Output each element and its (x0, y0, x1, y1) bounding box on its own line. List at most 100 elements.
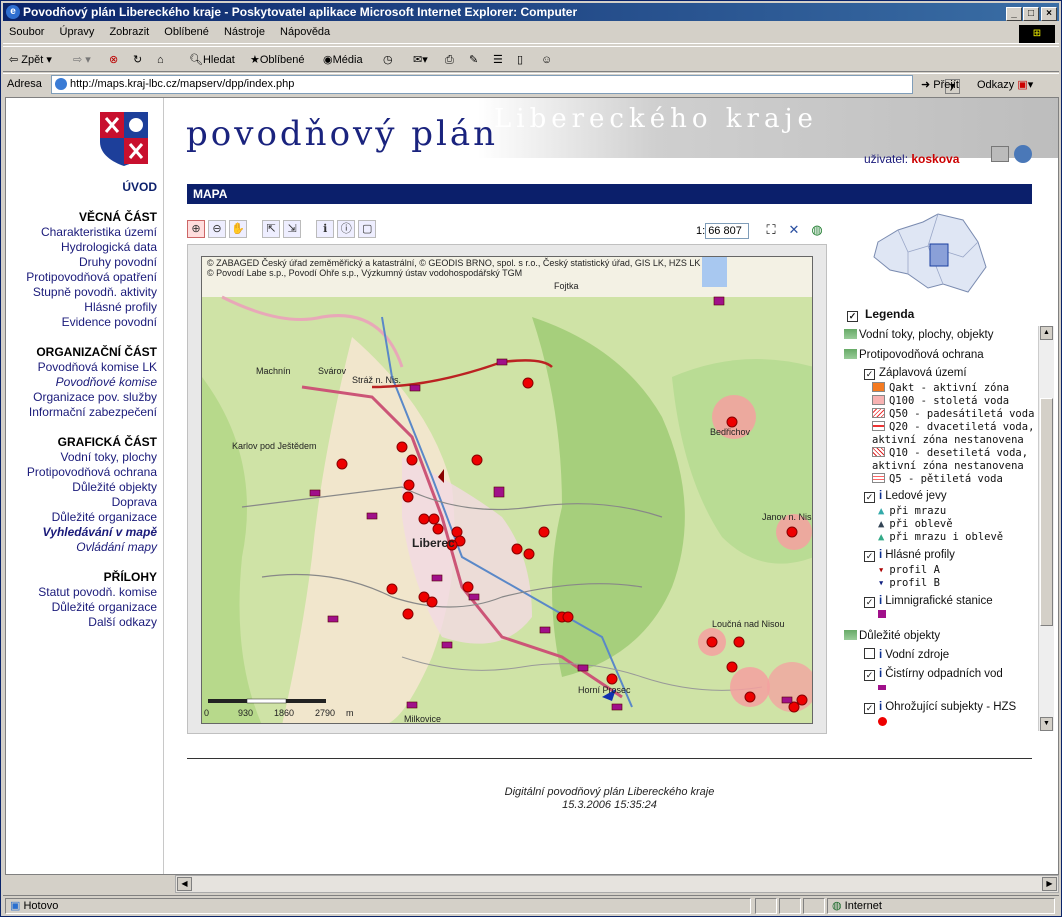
legend-title[interactable]: ✓ Legenda (847, 307, 914, 322)
home-icon[interactable]: ⌂ (157, 51, 164, 69)
legend-layer-ledove-jevy[interactable]: ✓ i Ledové jevy (864, 490, 947, 503)
legend-group-dulezite[interactable]: Důležité objekty (844, 630, 940, 642)
nav-item[interactable]: Organizace pov. služby (6, 390, 157, 405)
legend-layer-limnigraficke[interactable]: ✓ i Limnigrafické stanice (864, 595, 993, 608)
nav-item[interactable]: Informační zabezpečení (6, 405, 157, 420)
nav-uvod[interactable]: ÚVOD (6, 180, 157, 195)
nav-item[interactable]: Doprava (6, 495, 157, 510)
refresh-icon[interactable]: ↻ (133, 51, 142, 69)
user-name: koskova (911, 152, 960, 166)
print-icon[interactable] (991, 146, 1009, 162)
legend-layer-hlasne-profily[interactable]: ✓ i Hlásné profily (864, 549, 955, 562)
mail-icon[interactable]: ✉▾ (413, 51, 428, 69)
status-cell (803, 898, 825, 914)
nav-item[interactable]: Důležité organizace (6, 510, 157, 525)
nav-item-active[interactable]: Vyhledávání v mapě (6, 525, 157, 540)
discuss-icon[interactable]: ☰ (493, 51, 503, 69)
window-title: Povodňový plán Libereckého kraje - Posky… (23, 5, 578, 19)
binoculars-icon[interactable]: ⛶ (762, 221, 780, 239)
menu-oblibene[interactable]: Oblíbené (158, 23, 215, 41)
nav-item[interactable]: Charakteristika území (6, 225, 157, 240)
menu-soubor[interactable]: Soubor (3, 23, 50, 41)
media-button[interactable]: ◉Média (323, 51, 363, 69)
nav-item[interactable]: Důležité objekty (6, 480, 157, 495)
overview-map[interactable] (868, 212, 988, 296)
banner-subtitle: Libereckého kraje (494, 104, 818, 134)
scalebar-label: 2790 (315, 708, 335, 718)
menu-zobrazit[interactable]: Zobrazit (103, 23, 155, 41)
scroll-up-icon[interactable]: ▲ (1040, 326, 1053, 340)
pan-hand-icon[interactable]: ✋ (229, 220, 247, 238)
zoom-previous-icon[interactable]: ⇲ (283, 220, 302, 238)
legend-group-protipovodnova[interactable]: Protipovodňová ochrana (844, 349, 984, 361)
scale-input[interactable] (705, 223, 750, 239)
nav-item[interactable]: Ovládání mapy (6, 540, 157, 555)
legend-layer-cistirny[interactable]: ✓ i Čistírny odpadních vod (864, 668, 1003, 681)
print-icon[interactable]: ⎙ (445, 51, 454, 69)
nav-item[interactable]: Povodňová komise LK (6, 360, 157, 375)
scroll-right-icon[interactable]: ▶ (1042, 877, 1057, 891)
menu-napoveda[interactable]: Nápověda (274, 23, 336, 41)
horizontal-scrollbar[interactable]: ◀ ▶ (175, 875, 1059, 893)
legend-item: ▲ při oblevě (878, 518, 953, 530)
legend-scrollbar[interactable]: ▲ ▼ (1038, 326, 1054, 731)
legend-layer-zaplavova[interactable]: ✓ Záplavová území (864, 367, 967, 380)
globe-icon[interactable]: ◍ (808, 221, 826, 239)
map-frame: © ZABAGED Český úřad zeměměřický a katas… (187, 244, 827, 734)
legend-group-vodni-toky[interactable]: Vodní toky, plochy, objekty (844, 329, 993, 341)
nav-item[interactable]: Protipovodňová opatření (6, 270, 157, 285)
email-icon[interactable] (1014, 145, 1032, 163)
scroll-thumb[interactable] (1040, 398, 1053, 626)
nav-item[interactable]: Evidence povodní (6, 315, 157, 330)
scroll-left-icon[interactable]: ◀ (177, 877, 192, 891)
legend-checkbox[interactable]: ✓ (847, 311, 858, 322)
minimize-button[interactable]: _ (1006, 7, 1022, 21)
status-text: ▣ Hotovo (5, 898, 751, 914)
info-query-icon[interactable]: ⓘ (337, 220, 356, 238)
history-icon[interactable]: ◷ (383, 51, 393, 69)
messenger-icon[interactable]: ☺ (541, 51, 552, 69)
nav-item[interactable]: Protipovodňová ochrana (6, 465, 157, 480)
zoom-in-icon[interactable]: ⊕ (187, 220, 205, 238)
address-input[interactable]: http://maps.kraj-lbc.cz/mapserv/dpp/inde… (51, 75, 960, 94)
stop-icon[interactable]: ⊗ (109, 51, 118, 69)
nav-item[interactable]: Důležité organizace (6, 600, 157, 615)
maximize-button[interactable]: □ (1023, 7, 1039, 21)
search-button[interactable]: 🔍︎Hledat (189, 51, 235, 69)
menu-upravy[interactable]: Úpravy (54, 23, 101, 41)
forward-button[interactable]: ⇨ ▾ (73, 51, 91, 69)
footer-divider (187, 758, 1032, 759)
map-image[interactable]: © ZABAGED Český úřad zeměměřický a katas… (202, 257, 813, 724)
banner: Libereckého kraje povodňový plán (164, 98, 1058, 158)
place-label: Horní Prosec (578, 685, 631, 695)
map-canvas[interactable]: © ZABAGED Český úřad zeměměřický a katas… (201, 256, 813, 724)
favorites-button[interactable]: ★Oblíbené (250, 51, 305, 69)
nav-item[interactable]: Druhy povodní (6, 255, 157, 270)
nav-item[interactable]: Vodní toky, plochy (6, 450, 157, 465)
links-button[interactable]: Odkazy ▣▾ (977, 78, 1033, 91)
close-button[interactable]: × (1041, 7, 1057, 21)
nav-item[interactable]: Hlásné profily (6, 300, 157, 315)
go-button[interactable]: ➜ Přejít (921, 78, 959, 91)
research-icon[interactable]: ▯ (517, 51, 523, 69)
legend-item: ▾ profil B (878, 577, 940, 589)
edit-icon[interactable]: ✎ (469, 51, 478, 69)
back-button[interactable]: ⇦ Zpět ▾ (9, 51, 52, 69)
place-label: Loučná nad Nisou (712, 619, 785, 629)
clear-icon[interactable]: ✕ (785, 221, 803, 239)
info-icon[interactable]: ℹ (316, 220, 335, 238)
coat-of-arms-logo (100, 112, 148, 166)
nav-item[interactable]: Stupně povodň. aktivity (6, 285, 157, 300)
scroll-down-icon[interactable]: ▼ (1040, 717, 1053, 731)
legend-layer-vodni-zdroje[interactable]: i Vodní zdroje (864, 648, 949, 661)
zoom-out-icon[interactable]: ⊖ (208, 220, 226, 238)
select-icon[interactable]: ▢ (358, 220, 377, 238)
nav-item[interactable]: Povodňové komise (6, 375, 157, 390)
place-label: Stráž n. Nis. (352, 375, 401, 385)
nav-item[interactable]: Statut povodň. komise (6, 585, 157, 600)
menu-nastroje[interactable]: Nástroje (218, 23, 271, 41)
nav-item[interactable]: Další odkazy (6, 615, 157, 630)
zoom-extent-icon[interactable]: ⇱ (262, 220, 281, 238)
nav-item[interactable]: Hydrologická data (6, 240, 157, 255)
legend-layer-ohrozujici[interactable]: ✓ i Ohrožující subjekty - HZS (864, 701, 1016, 714)
